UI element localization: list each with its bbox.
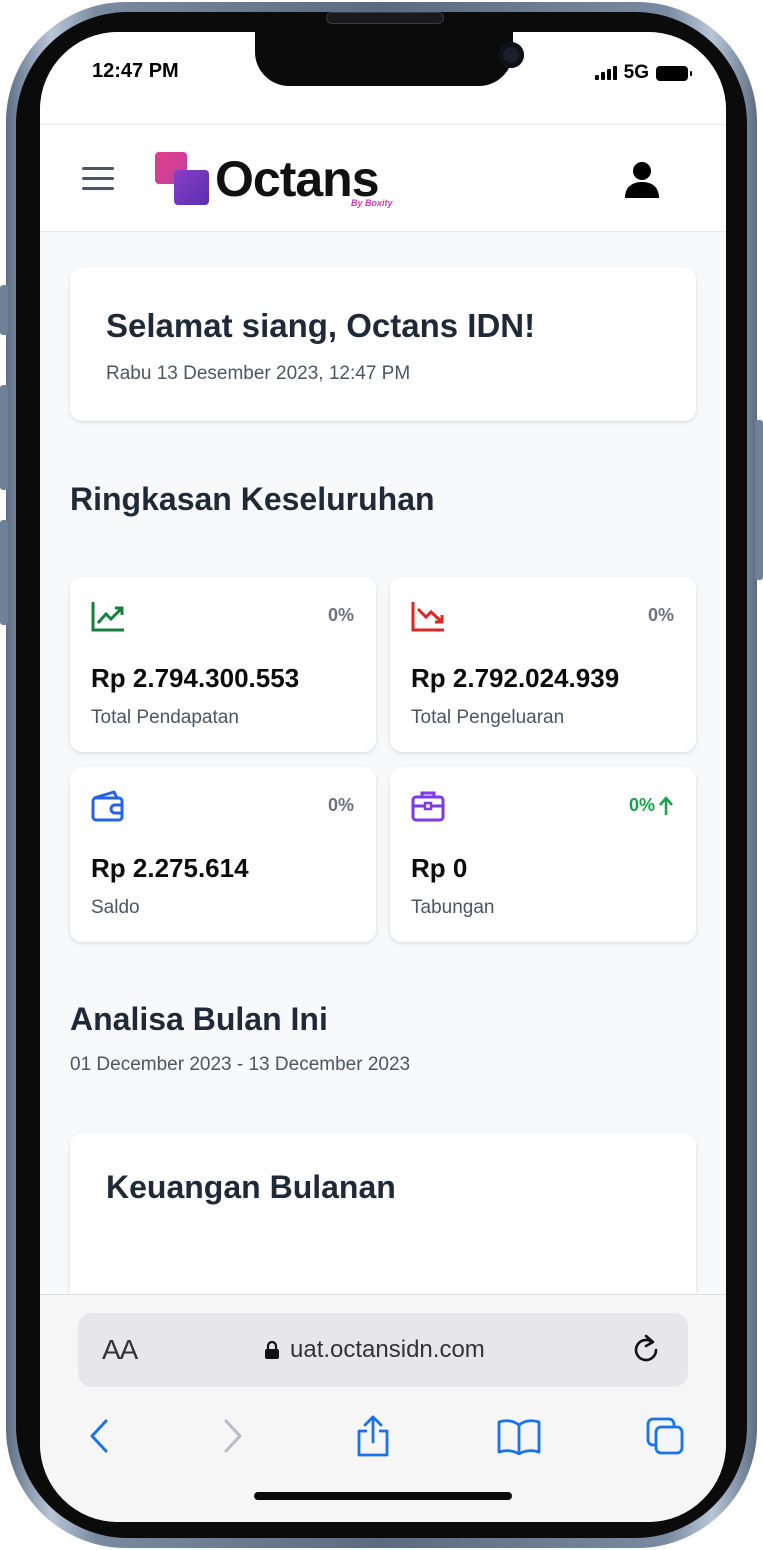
text-size-button[interactable]: AA [102, 1334, 138, 1366]
analysis-date-range: 01 December 2023 - 13 December 2023 [70, 1054, 411, 1075]
stat-label: Total Pengeluaran [411, 707, 565, 728]
back-icon[interactable] [74, 1413, 124, 1459]
lock-icon [265, 1340, 279, 1359]
hamburger-menu-icon[interactable] [82, 165, 114, 191]
stat-percent: 0% [327, 605, 354, 625]
share-icon[interactable] [348, 1413, 398, 1459]
reload-icon[interactable] [630, 1333, 664, 1367]
stat-card-expense[interactable]: 0% Rp 2.792.024.939 Total Pengeluaran [390, 577, 696, 752]
stat-value: Rp 2.792.024.939 [411, 663, 620, 693]
greeting-date: Rabu 13 Desember 2023, 12:47 PM [106, 363, 411, 384]
stat-card-balance[interactable]: 0% Rp 2.275.614 Saldo [70, 767, 376, 942]
stat-percent: 0% [647, 605, 674, 625]
arrow-up-icon [659, 795, 673, 815]
briefcase-icon [411, 791, 445, 822]
phone-screen: 12:47 PM 5G Octans By Boxity Selamat sia… [40, 32, 726, 1522]
network-type: 5G [623, 62, 649, 83]
status-time: 12:47 PM [92, 60, 179, 82]
trending-down-icon [411, 602, 444, 632]
signal-icon [594, 66, 617, 80]
notch [255, 32, 524, 86]
tabs-icon[interactable] [640, 1413, 690, 1459]
logo-tagline: By Boxity [351, 198, 393, 208]
trending-up-icon [91, 602, 124, 632]
stat-card-savings[interactable]: 0% Rp 0 Tabungan [390, 767, 696, 942]
analysis-title: Analisa Bulan Ini [70, 1001, 328, 1037]
stat-value: Rp 0 [411, 853, 468, 883]
user-icon[interactable] [624, 161, 660, 199]
wallet-icon [91, 790, 124, 822]
volume-down-button [0, 520, 8, 625]
greeting-card: Selamat siang, Octans IDN! Rabu 13 Desem… [70, 267, 696, 421]
monthly-finance-title: Keuangan Bulanan [106, 1169, 396, 1205]
home-indicator[interactable] [254, 1492, 512, 1500]
url-display[interactable]: uat.octansidn.com [264, 1336, 485, 1364]
stat-percent-trend: 0% [629, 795, 674, 816]
earpiece-speaker [326, 12, 444, 24]
front-camera [498, 42, 524, 68]
stat-label: Saldo [91, 897, 140, 918]
greeting-title: Selamat siang, Octans IDN! [106, 307, 536, 344]
bookmarks-icon[interactable] [494, 1413, 544, 1459]
stat-label: Tabungan [411, 897, 495, 918]
octans-logo[interactable]: Octans By Boxity [155, 151, 405, 212]
app-header: Octans By Boxity [40, 124, 726, 232]
status-indicators: 5G [594, 62, 692, 84]
url-text: uat.octansidn.com [290, 1336, 485, 1363]
stat-percent: 0% [628, 795, 655, 815]
summary-title: Ringkasan Keseluruhan [70, 481, 435, 517]
stat-value: Rp 2.275.614 [91, 853, 249, 883]
mute-switch [0, 285, 8, 335]
volume-up-button [0, 385, 8, 490]
stat-value: Rp 2.794.300.553 [91, 663, 300, 693]
battery-icon [656, 65, 692, 81]
logo-mark-purple [174, 170, 209, 205]
stat-percent: 0% [327, 795, 354, 815]
power-button [755, 420, 763, 580]
address-bar[interactable]: AA uat.octansidn.com [78, 1313, 688, 1387]
stat-card-income[interactable]: 0% Rp 2.794.300.553 Total Pendapatan [70, 577, 376, 752]
stat-label: Total Pendapatan [91, 707, 239, 728]
forward-icon[interactable] [208, 1413, 258, 1459]
browser-toolbar: AA uat.octansidn.com [40, 1294, 726, 1522]
